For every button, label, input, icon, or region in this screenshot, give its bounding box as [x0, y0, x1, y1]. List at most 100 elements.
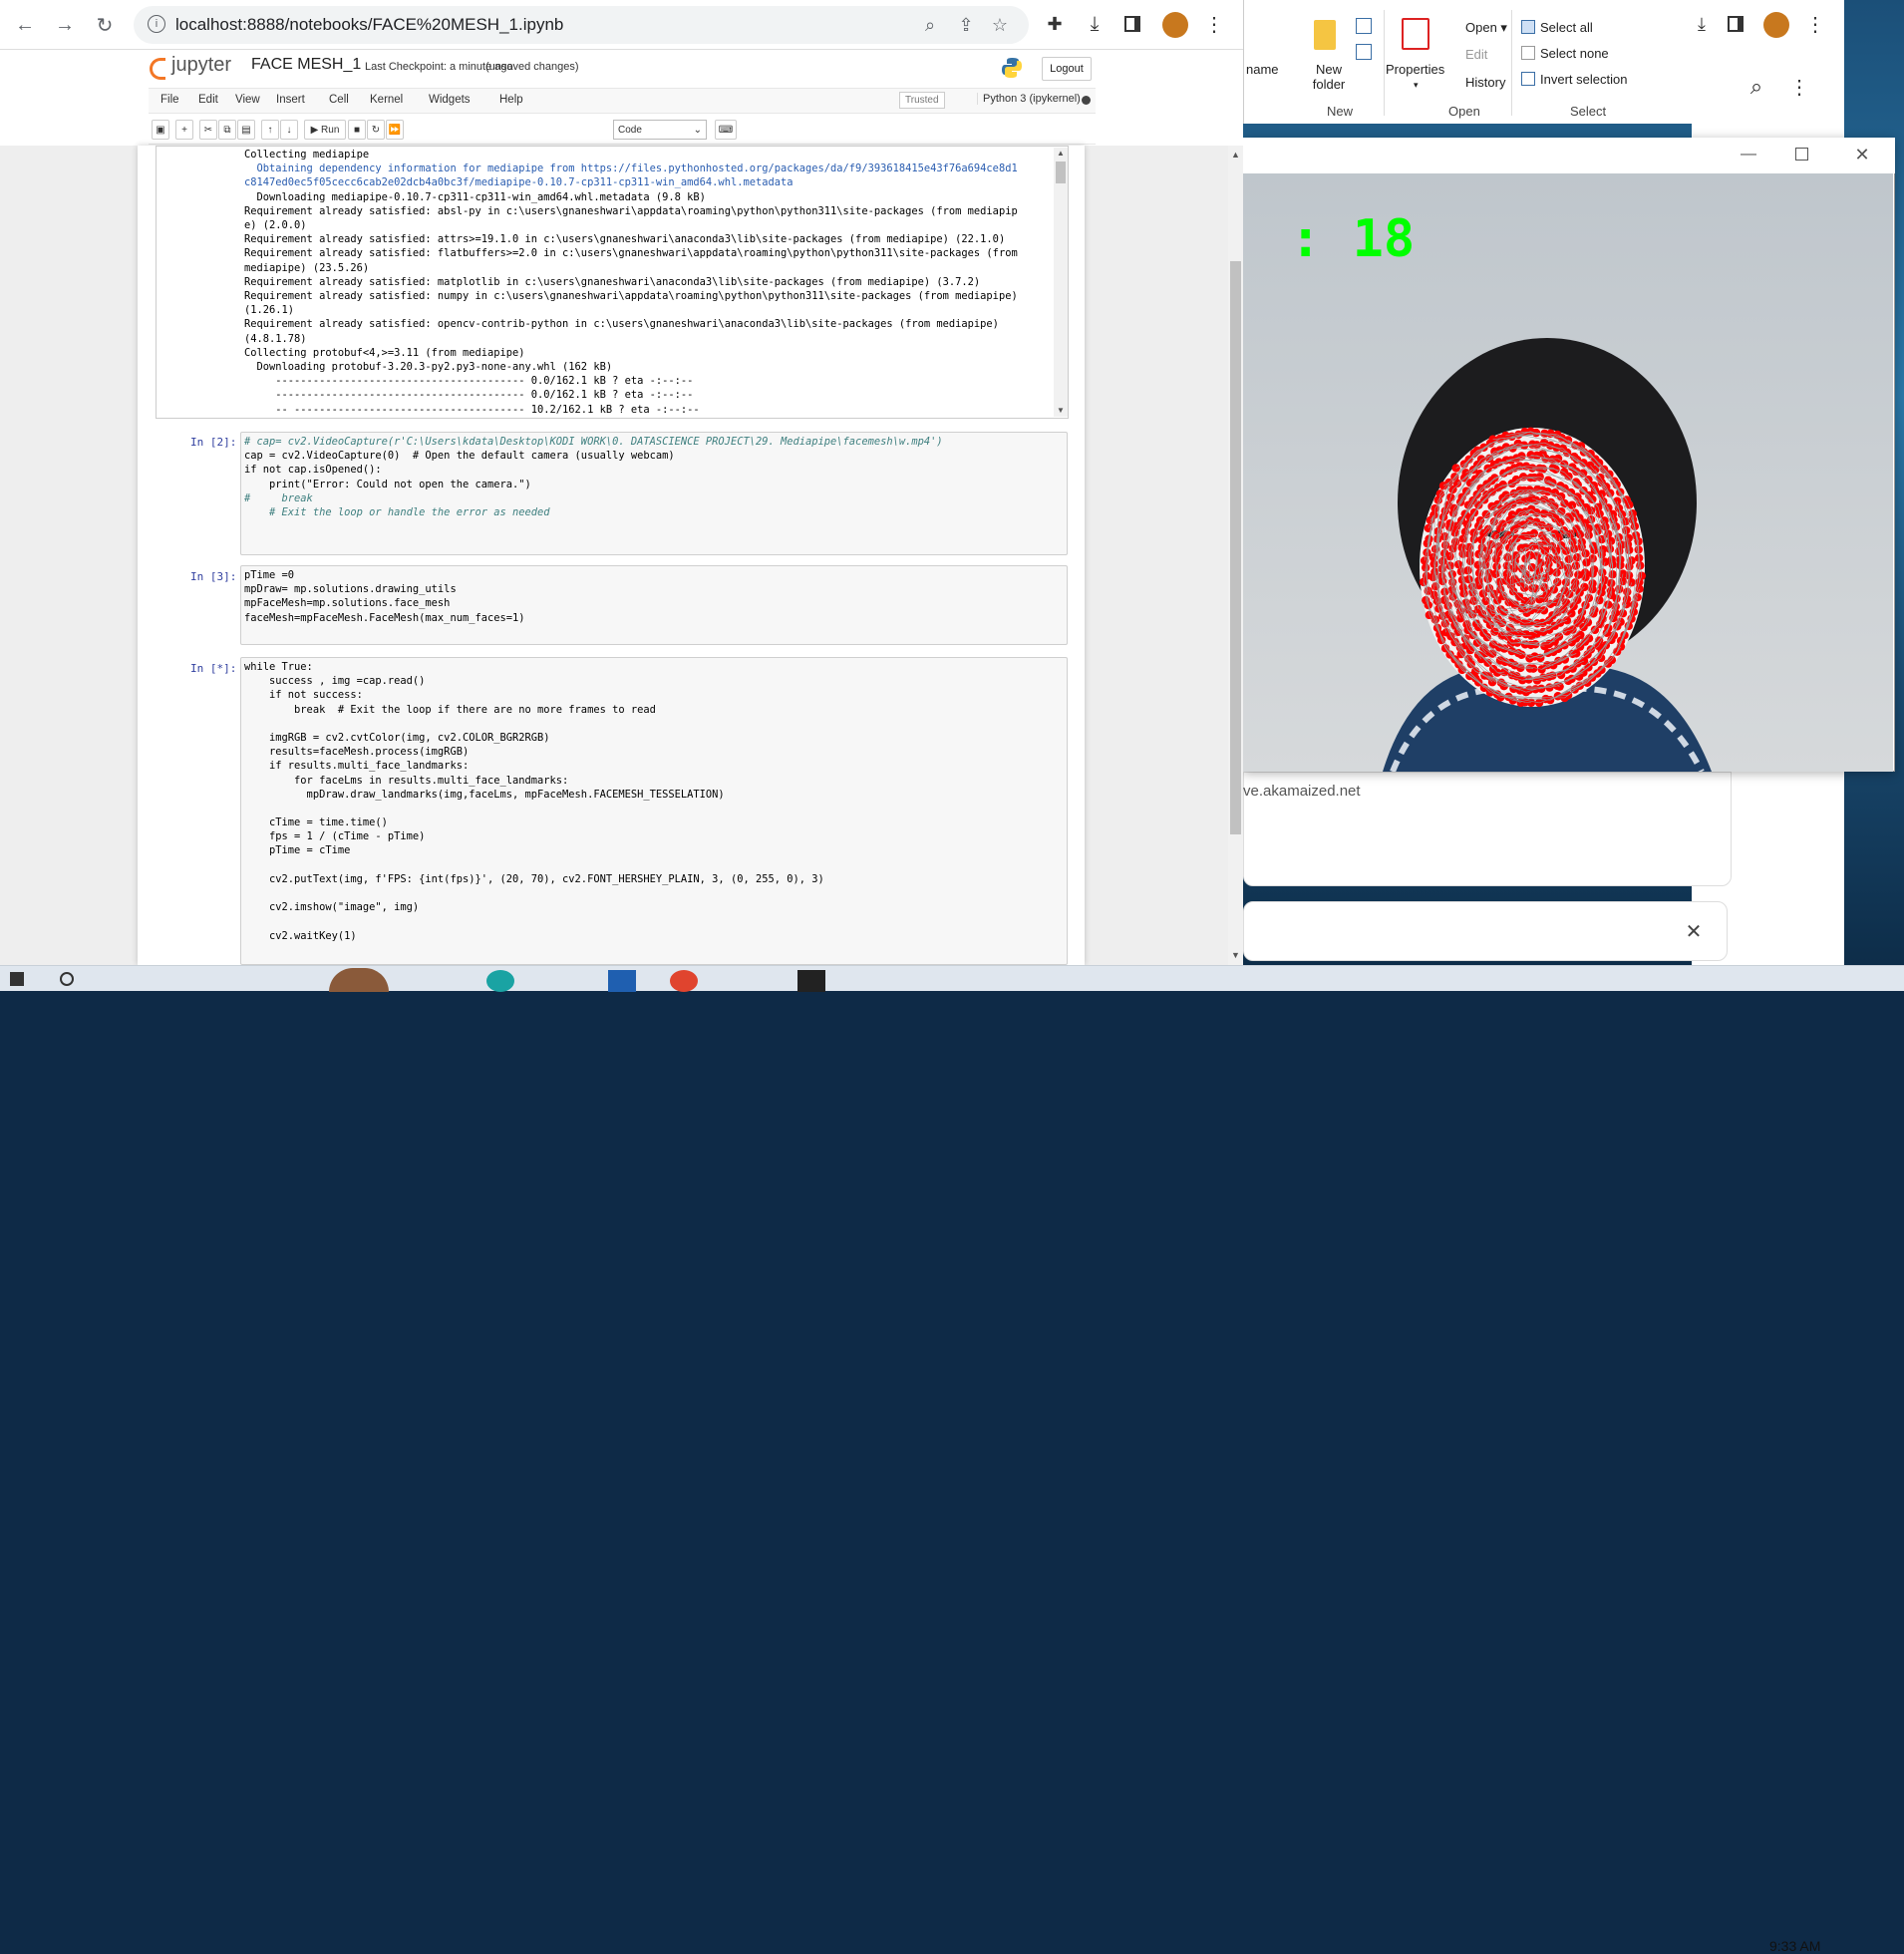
name-label: name: [1246, 62, 1279, 77]
taskbar-clock[interactable]: 9:33 AM: [1769, 1938, 1820, 1954]
reload-icon[interactable]: ↻: [90, 10, 120, 40]
select-none-icon: [1521, 46, 1535, 60]
extensions-icon[interactable]: ✚: [1043, 12, 1067, 36]
invert-selection-button[interactable]: Invert selection: [1540, 72, 1627, 87]
open-button[interactable]: Open ▾: [1465, 20, 1507, 36]
menu-kernel[interactable]: Kernel: [370, 94, 403, 106]
command-palette-icon[interactable]: ⌨: [715, 120, 737, 140]
code-line: print("Error: Could not open the camera.…: [244, 478, 943, 491]
scroll-down-icon[interactable]: ▼: [1231, 950, 1240, 960]
edge-icon[interactable]: [486, 970, 514, 992]
file-explorer-ribbon: name New folder New Properties ▾ Open ▾ …: [1243, 0, 1692, 124]
jupyter-logo-text[interactable]: jupyter: [171, 54, 231, 77]
browser-toolbar: ← → ↻ i localhost:8888/notebooks/FACE%20…: [0, 0, 1243, 50]
ribbon-divider: [1511, 10, 1512, 116]
scroll-down-icon[interactable]: ▼: [1056, 407, 1066, 415]
page-scroll-thumb[interactable]: [1230, 261, 1241, 834]
properties-dropdown-icon[interactable]: ▾: [1414, 80, 1419, 91]
kernel-name[interactable]: Python 3 (ipykernel): [977, 93, 1081, 105]
forward-icon[interactable]: →: [50, 10, 80, 40]
copy-path-icon[interactable]: [1356, 18, 1372, 34]
edit-button[interactable]: Edit: [1465, 47, 1487, 62]
start-icon[interactable]: [10, 972, 24, 986]
sidebar-icon[interactable]: [1124, 16, 1140, 32]
maximize-icon[interactable]: [1795, 148, 1808, 161]
scroll-up-icon[interactable]: ▲: [1231, 150, 1240, 160]
minimize-icon[interactable]: —: [1738, 144, 1759, 165]
output-line: -- -------------------------------------…: [244, 403, 1042, 417]
bookmark-star-icon[interactable]: ☆: [989, 14, 1011, 36]
image-window-titlebar[interactable]: — ✕: [1243, 138, 1895, 173]
cell-prompt: In [*]:: [190, 662, 236, 675]
output-line: Requirement already satisfied: absl-py i…: [244, 204, 1042, 218]
more-menu-icon[interactable]: ⋮: [1807, 12, 1823, 36]
more-menu-icon[interactable]: ⋮: [1791, 74, 1807, 100]
taskbar: 9:33 AM: [0, 965, 1904, 991]
select-group-label: Select: [1570, 104, 1606, 119]
cut-icon[interactable]: ✂: [199, 120, 217, 140]
code-line: if results.multi_face_landmarks:: [244, 759, 824, 773]
restart-icon[interactable]: ↻: [367, 120, 385, 140]
save-icon[interactable]: ▣: [152, 120, 169, 140]
history-button[interactable]: History: [1465, 75, 1505, 90]
notebook-title[interactable]: FACE MESH_1: [251, 56, 361, 74]
select-all-button[interactable]: Select all: [1540, 20, 1593, 35]
menu-widgets[interactable]: Widgets: [429, 94, 471, 106]
interrupt-icon[interactable]: ■: [348, 120, 366, 140]
output-scrollbar[interactable]: ▲ ▼: [1054, 148, 1068, 417]
store-icon[interactable]: [608, 970, 636, 992]
menu-insert[interactable]: Insert: [276, 94, 305, 106]
app-icon[interactable]: [797, 970, 825, 992]
code-line: if not cap.isOpened():: [244, 463, 943, 477]
avatar[interactable]: [1763, 12, 1789, 38]
output-line: (1.26.1): [244, 303, 1042, 317]
properties-button[interactable]: Properties: [1386, 62, 1444, 77]
move-down-icon[interactable]: ↓: [280, 120, 298, 140]
search-icon[interactable]: [60, 972, 74, 986]
cell-type-select[interactable]: Code ⌄: [613, 120, 707, 140]
menu-view[interactable]: View: [235, 94, 260, 106]
menu-help[interactable]: Help: [499, 94, 523, 106]
chrome-icon[interactable]: [670, 970, 698, 992]
back-icon[interactable]: ←: [10, 10, 40, 40]
output-line: c8147ed0ec5f05cecc6cab2e02dcb4a0bc3f/med…: [244, 175, 1042, 189]
close-icon[interactable]: ✕: [1683, 920, 1705, 942]
logout-button[interactable]: Logout: [1042, 57, 1092, 81]
scroll-up-icon[interactable]: ▲: [1056, 150, 1066, 158]
jupyter-logo-icon: [150, 58, 165, 80]
url-text[interactable]: localhost:8888/notebooks/FACE%20MESH_1.i…: [175, 15, 563, 35]
zoom-icon[interactable]: ⌕: [919, 14, 941, 36]
menu-edit[interactable]: Edit: [198, 94, 218, 106]
paste-icon[interactable]: ▤: [237, 120, 255, 140]
face-landmark-point: [1567, 609, 1575, 617]
address-bar[interactable]: i localhost:8888/notebooks/FACE%20MESH_1…: [134, 6, 1029, 44]
more-menu-icon[interactable]: ⋮: [1206, 12, 1222, 36]
fps-overlay-text: : 18: [1290, 209, 1415, 269]
output-scroll-thumb[interactable]: [1056, 162, 1066, 183]
copy-icon[interactable]: ⧉: [218, 120, 236, 140]
paste-shortcut-icon[interactable]: [1356, 44, 1372, 60]
insert-cell-icon[interactable]: +: [175, 120, 193, 140]
unsaved-status: (unsaved changes): [485, 61, 579, 73]
site-info-icon[interactable]: i: [148, 15, 165, 33]
select-none-button[interactable]: Select none: [1540, 46, 1609, 61]
restart-run-all-icon[interactable]: ⏩: [386, 120, 404, 140]
search-icon[interactable]: ⌕: [1744, 74, 1769, 100]
new-folder-button[interactable]: New folder: [1309, 62, 1349, 92]
code-line: for faceLms in results.multi_face_landma…: [244, 774, 824, 788]
move-up-icon[interactable]: ↑: [261, 120, 279, 140]
menu-file[interactable]: File: [160, 94, 179, 106]
avatar[interactable]: [1162, 12, 1188, 38]
taskbar-widget-icon[interactable]: [329, 968, 389, 992]
code-line: # cap= cv2.VideoCapture(r'C:\Users\kdata…: [244, 435, 943, 449]
sidebar-icon[interactable]: [1728, 16, 1744, 32]
output-line: Collecting protobuf<4,>=3.11 (from media…: [244, 346, 1042, 360]
trusted-badge[interactable]: Trusted: [899, 92, 945, 109]
code-line: cv2.waitKey(1): [244, 929, 824, 943]
menu-cell[interactable]: Cell: [329, 94, 349, 106]
download-icon[interactable]: ⤓: [1083, 12, 1107, 36]
run-button[interactable]: ▶ Run: [304, 120, 346, 140]
close-icon[interactable]: ✕: [1851, 144, 1873, 165]
download-icon[interactable]: ⤓: [1692, 14, 1712, 34]
share-icon[interactable]: ⇪: [955, 14, 977, 36]
